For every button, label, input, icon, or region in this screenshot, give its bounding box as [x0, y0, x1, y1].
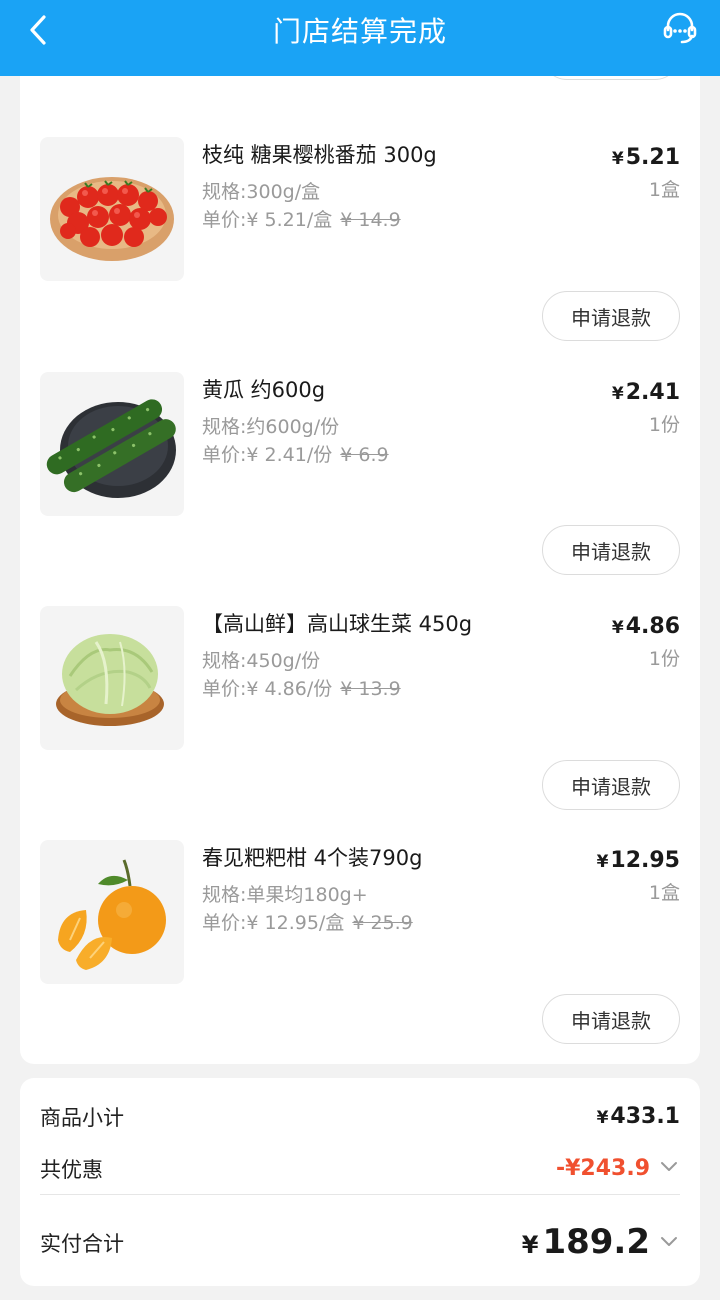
- subtotal-amount: 433.1: [610, 1104, 680, 1129]
- product-price: ¥2.41: [612, 380, 680, 405]
- order-item: 【高山鲜】高山球生菜 450g 规格:450g/份 单价:¥ 4.86/份 ¥ 1…: [40, 606, 680, 756]
- currency-symbol: ¥: [596, 852, 609, 872]
- product-name: 黄瓜 约600g: [202, 378, 326, 402]
- refund-button[interactable]: 申请退款: [542, 994, 680, 1044]
- product-spec: 规格:450g/份: [202, 650, 321, 672]
- discount-label: 共优惠: [40, 1158, 103, 1182]
- divider: [40, 1194, 680, 1195]
- top-nav-bar: 门店结算完成: [0, 0, 720, 76]
- currency-symbol: ¥: [521, 1231, 539, 1259]
- lettuce-image: [40, 606, 184, 750]
- order-item: 枝纯 糖果樱桃番茄 300g 规格:300g/盒 单价:¥ 5.21/盒 ¥ 14…: [40, 137, 680, 287]
- product-name: 春见粑粑柑 4个装790g: [202, 846, 423, 870]
- total-value: ¥189.2: [522, 1222, 650, 1262]
- product-unit-price: 单价:¥ 5.21/盒 ¥ 14.9: [202, 205, 401, 232]
- order-item: 春见粑粑柑 4个装790g 规格:单果均180g+ 单价:¥ 12.95/盒 ¥ …: [40, 840, 680, 990]
- product-price: ¥4.86: [612, 614, 680, 639]
- cucumber-image: [40, 372, 184, 516]
- price-value: 5.21: [625, 145, 680, 170]
- order-summary-card: 商品小计 ¥433.1 共优惠 -¥243.9 实付合计 ¥189.2: [20, 1078, 700, 1286]
- total-label: 实付合计: [40, 1232, 124, 1256]
- product-quantity: 1盒: [648, 882, 680, 904]
- original-price: ¥ 25.9: [352, 912, 413, 934]
- product-spec: 规格:单果均180g+: [202, 884, 368, 906]
- original-price: ¥ 13.9: [340, 678, 401, 700]
- product-quantity: 1盒: [648, 179, 680, 201]
- refund-button[interactable]: 申请退款: [542, 525, 680, 575]
- price-value: 4.86: [625, 614, 680, 639]
- currency-symbol: ¥: [611, 384, 624, 404]
- customer-service-button[interactable]: [660, 8, 700, 48]
- product-name: 枝纯 糖果樱桃番茄 300g: [202, 143, 437, 167]
- order-items-card: 申请退款: [20, 50, 700, 1064]
- total-amount: 189.2: [542, 1222, 650, 1262]
- discount-value: -¥243.9: [555, 1156, 650, 1181]
- original-price: ¥ 14.9: [340, 209, 401, 231]
- currency-symbol: ¥: [611, 149, 624, 169]
- product-quantity: 1份: [648, 648, 680, 670]
- unit-price-label: 单价:¥ 4.86/份: [202, 678, 333, 700]
- product-price: ¥5.21: [612, 145, 680, 170]
- tangerine-image: [40, 840, 184, 984]
- unit-price-label: 单价:¥ 5.21/盒: [202, 209, 333, 231]
- chevron-down-icon[interactable]: [660, 1161, 678, 1173]
- product-unit-price: 单价:¥ 2.41/份 ¥ 6.9: [202, 440, 389, 467]
- refund-button[interactable]: 申请退款: [542, 291, 680, 341]
- unit-price-label: 单价:¥ 2.41/份: [202, 444, 333, 466]
- subtotal-label: 商品小计: [40, 1106, 124, 1130]
- product-spec: 规格:约600g/份: [202, 416, 340, 438]
- original-price: ¥ 6.9: [340, 444, 389, 466]
- price-value: 2.41: [625, 380, 680, 405]
- refund-button[interactable]: 申请退款: [542, 760, 680, 810]
- product-unit-price: 单价:¥ 4.86/份 ¥ 13.9: [202, 674, 401, 701]
- currency-symbol: ¥: [596, 1108, 609, 1128]
- page-title: 门店结算完成: [272, 15, 447, 48]
- subtotal-value: ¥433.1: [597, 1104, 680, 1129]
- price-value: 12.95: [610, 848, 680, 873]
- product-quantity: 1份: [648, 414, 680, 436]
- chevron-down-icon[interactable]: [660, 1236, 678, 1248]
- product-spec: 规格:300g/盒: [202, 181, 321, 203]
- product-price: ¥12.95: [597, 848, 680, 873]
- currency-symbol: ¥: [611, 618, 624, 638]
- unit-price-label: 单价:¥ 12.95/盒: [202, 912, 345, 934]
- cherry-tomatoes-image: [40, 137, 184, 281]
- product-name: 【高山鲜】高山球生菜 450g: [202, 612, 473, 636]
- headset-icon: [663, 12, 697, 44]
- order-item: 黄瓜 约600g 规格:约600g/份 单价:¥ 2.41/份 ¥ 6.9 ¥2.…: [40, 372, 680, 522]
- product-unit-price: 单价:¥ 12.95/盒 ¥ 25.9: [202, 908, 413, 935]
